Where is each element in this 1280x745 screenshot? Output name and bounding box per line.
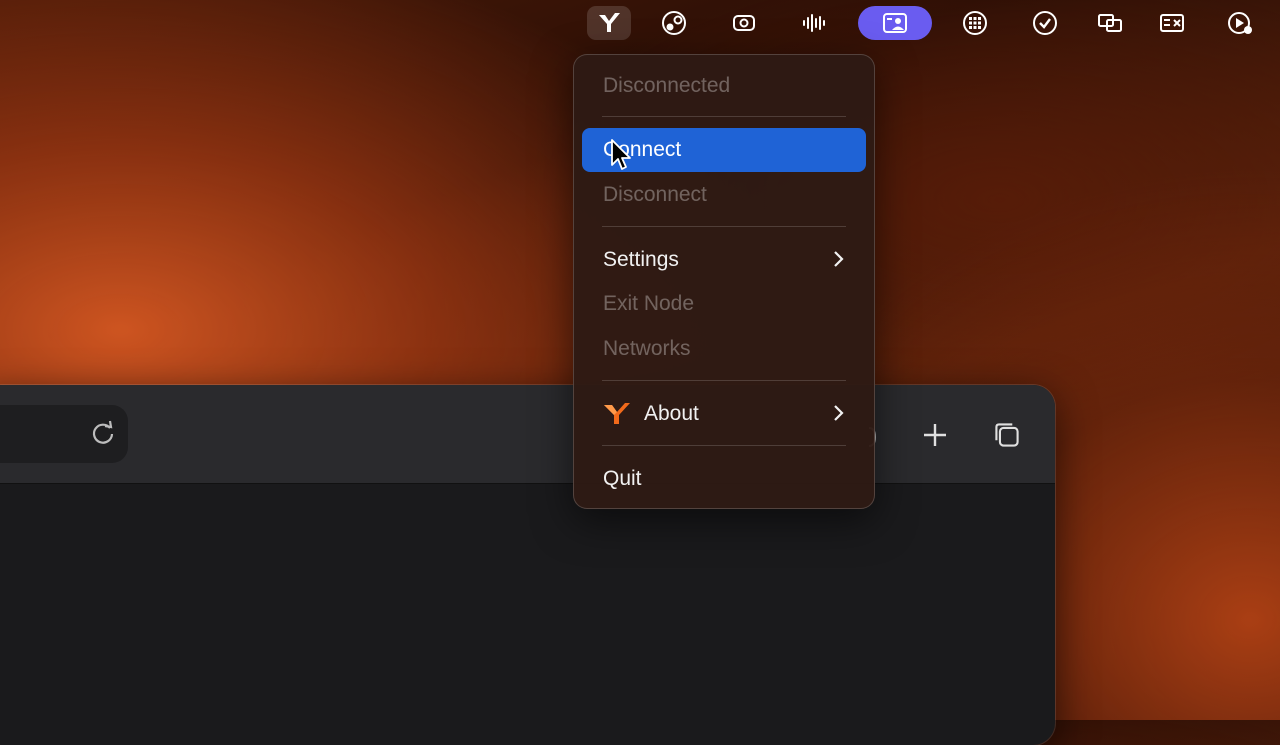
connection-status-label: Disconnected: [603, 74, 731, 97]
menu-separator: [602, 445, 846, 446]
timer-icon[interactable]: [1218, 6, 1262, 40]
chevron-right-icon: [834, 251, 844, 267]
exit-node-menu-item[interactable]: Exit Node: [582, 282, 866, 326]
tailscale-logo-icon: [604, 403, 630, 424]
mouse-cursor-icon: [611, 139, 631, 170]
about-menu-item[interactable]: About: [582, 392, 866, 436]
chevron-right-icon: [834, 405, 844, 421]
screen-record-icon[interactable]: [722, 6, 766, 40]
new-tab-icon[interactable]: [920, 420, 950, 450]
menu-bar: [0, 0, 1280, 46]
settings-label: Settings: [603, 248, 679, 271]
settings-menu-item[interactable]: Settings: [582, 238, 866, 282]
browser-toolbar: [0, 385, 1055, 484]
tailscale-icon[interactable]: [587, 6, 631, 40]
networks-menu-item[interactable]: Networks: [582, 327, 866, 371]
exit-node-label: Exit Node: [603, 292, 695, 315]
grid-icon[interactable]: [953, 6, 997, 40]
audio-waveform-icon[interactable]: [792, 6, 836, 40]
quit-menu-item[interactable]: Quit: [582, 457, 866, 501]
menu-separator: [602, 226, 846, 227]
menu-separator: [602, 380, 846, 381]
display-icon[interactable]: [1088, 6, 1132, 40]
tab-overview-icon[interactable]: [992, 420, 1022, 450]
disconnect-label: Disconnect: [603, 183, 707, 206]
reload-icon[interactable]: [88, 419, 118, 449]
about-label: About: [644, 402, 699, 425]
menu-separator: [602, 116, 846, 117]
checkmark-icon[interactable]: [1023, 6, 1067, 40]
browser-window: [0, 385, 1055, 745]
obs-icon[interactable]: [652, 6, 696, 40]
quit-label: Quit: [603, 467, 642, 490]
tailscale-menu: Disconnected Connect Disconnect Settings…: [573, 54, 875, 509]
networks-label: Networks: [603, 337, 691, 360]
user-profile-icon[interactable]: [858, 6, 932, 40]
disconnect-menu-item[interactable]: Disconnect: [582, 173, 866, 217]
connection-status: Disconnected: [582, 64, 866, 108]
keyboard-icon[interactable]: [1150, 6, 1194, 40]
